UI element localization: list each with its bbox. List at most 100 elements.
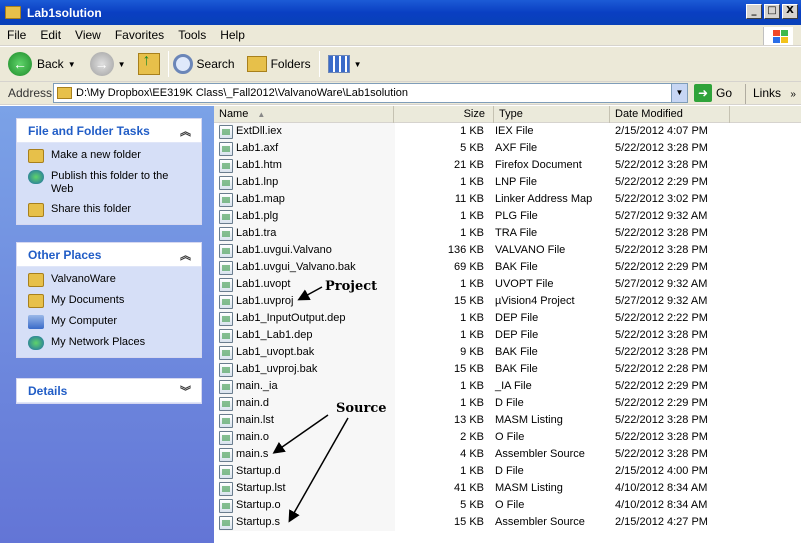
column-date-modified[interactable]: Date Modified — [610, 106, 730, 123]
file-row[interactable]: Lab1.plg 1 KB PLG File 5/27/2012 9:32 AM — [214, 208, 801, 225]
file-row[interactable]: main._ia 1 KB _IA File 5/22/2012 2:29 PM — [214, 378, 801, 395]
file-icon — [219, 294, 233, 309]
collapse-icon[interactable]: ︽ — [180, 123, 191, 139]
file-name-cell[interactable]: Lab1.htm — [219, 157, 395, 174]
file-name-cell[interactable]: Lab1.tra — [219, 225, 395, 242]
file-name: Lab1_Lab1.dep — [236, 329, 313, 341]
file-type: MASM Listing — [495, 414, 563, 426]
file-row[interactable]: main.lst 13 KB MASM Listing 5/22/2012 3:28 … — [214, 412, 801, 429]
file-name-cell[interactable]: main._ia — [219, 378, 395, 395]
publish-web-link[interactable]: Publish this folder to the Web — [28, 170, 193, 196]
go-button[interactable]: ➜ Go — [694, 84, 732, 102]
file-row[interactable]: Lab1_uvopt.bak 9 KB BAK File 5/22/2012 3:28… — [214, 344, 801, 361]
place-my-documents[interactable]: My Documents — [28, 294, 193, 308]
file-type: Firefox Document — [495, 159, 582, 171]
file-row[interactable]: Lab1.uvgui_Valvano.bak 69 KB BAK File 5/22/… — [214, 259, 801, 276]
file-row[interactable]: Startup.s 15 KB Assembler Source 2/15/2012 … — [214, 514, 801, 531]
menu-edit[interactable]: Edit — [33, 28, 68, 42]
file-date: 5/27/2012 9:32 AM — [615, 295, 708, 307]
dropdown-arrow-icon[interactable]: ▼ — [118, 60, 126, 69]
file-type: BAK File — [495, 363, 538, 375]
file-name-cell[interactable]: Lab1_uvopt.bak — [219, 344, 395, 361]
address-dropdown-icon[interactable]: ▼ — [671, 84, 687, 102]
file-name-cell[interactable]: Lab1.uvproj — [219, 293, 395, 310]
file-row[interactable]: Lab1.axf 5 KB AXF File 5/22/2012 3:28 PM — [214, 140, 801, 157]
file-name-cell[interactable]: Startup.lst — [219, 480, 395, 497]
file-name-cell[interactable]: Lab1.map — [219, 191, 395, 208]
file-name: Lab1.tra — [236, 227, 277, 239]
minimize-button[interactable]: _ — [746, 4, 762, 19]
file-name-cell[interactable]: Lab1_uvproj.bak — [219, 361, 395, 378]
globe-icon — [28, 170, 44, 184]
file-name-cell[interactable]: main.o — [219, 429, 395, 446]
file-row[interactable]: Lab1.tra 1 KB TRA File 5/22/2012 3:28 PM — [214, 225, 801, 242]
file-row[interactable]: main.o 2 KB O File 5/22/2012 3:28 PM — [214, 429, 801, 446]
column-header-row: Name ▲ Size Type Date Modified — [214, 106, 801, 123]
file-row[interactable]: Lab1_uvproj.bak 15 KB BAK File 5/22/2012 2:… — [214, 361, 801, 378]
file-size: 1 KB — [460, 278, 484, 290]
file-name-cell[interactable]: Lab1.uvgui_Valvano.bak — [219, 259, 395, 276]
menu-help[interactable]: Help — [213, 28, 252, 42]
file-row[interactable]: Lab1_Lab1.dep 1 KB DEP File 5/22/2012 3:28 … — [214, 327, 801, 344]
file-name-cell[interactable]: Startup.s — [219, 514, 395, 531]
menu-favorites[interactable]: Favorites — [108, 28, 171, 42]
file-row[interactable]: Lab1.uvopt 1 KB UVOPT File 5/27/2012 9:32 A… — [214, 276, 801, 293]
file-size: 13 KB — [454, 414, 484, 426]
file-name-cell[interactable]: ExtDll.iex — [219, 123, 395, 140]
file-row[interactable]: Lab1.uvproj 15 KB µVision4 Project 5/27/201… — [214, 293, 801, 310]
file-row[interactable]: Lab1_InputOutput.dep 1 KB DEP File 5/22/201… — [214, 310, 801, 327]
file-folder-tasks-header[interactable]: File and Folder Tasks ︽ — [17, 119, 201, 143]
column-type[interactable]: Type — [494, 106, 610, 123]
file-name-cell[interactable]: Lab1_Lab1.dep — [219, 327, 395, 344]
file-name: main.d — [236, 397, 270, 409]
up-button[interactable] — [137, 52, 160, 75]
collapse-icon[interactable]: ︽ — [180, 247, 191, 263]
details-header[interactable]: Details ︾ — [17, 379, 201, 403]
file-row[interactable]: Lab1.lnp 1 KB LNP File 5/22/2012 2:29 PM — [214, 174, 801, 191]
file-icon — [219, 311, 233, 326]
place-valvanoware[interactable]: ValvanoWare — [28, 273, 193, 287]
file-row[interactable]: main.d 1 KB D File 5/22/2012 2:29 PM — [214, 395, 801, 412]
search-button[interactable]: Search — [172, 54, 235, 74]
dropdown-arrow-icon[interactable]: ▼ — [68, 60, 76, 69]
file-name-cell[interactable]: Lab1.plg — [219, 208, 395, 225]
file-name-cell[interactable]: Startup.d — [219, 463, 395, 480]
links-button[interactable]: Links » — [745, 84, 796, 104]
other-places-header[interactable]: Other Places ︽ — [17, 243, 201, 267]
file-row[interactable]: Lab1.map 11 KB Linker Address Map 5/22/2012… — [214, 191, 801, 208]
forward-button[interactable]: → ▼ — [84, 52, 130, 76]
folders-button[interactable]: Folders — [246, 56, 311, 72]
menu-file[interactable]: File — [0, 28, 33, 42]
file-row[interactable]: main.s 4 KB Assembler Source 5/22/2012 3:28… — [214, 446, 801, 463]
file-row[interactable]: ExtDll.iex 1 KB IEX File 2/15/2012 4:07 PM — [214, 123, 801, 140]
dropdown-arrow-icon[interactable]: ▼ — [354, 60, 362, 69]
file-row[interactable]: Lab1.uvgui.Valvano 136 KB VALVANO File 5/22… — [214, 242, 801, 259]
file-row[interactable]: Lab1.htm 21 KB Firefox Document 5/22/2012 3… — [214, 157, 801, 174]
menu-tools[interactable]: Tools — [171, 28, 213, 42]
file-name-cell[interactable]: Lab1.lnp — [219, 174, 395, 191]
back-button[interactable]: ← Back ▼ — [0, 52, 80, 76]
expand-icon[interactable]: ︾ — [180, 383, 191, 399]
column-name[interactable]: Name ▲ — [214, 106, 394, 123]
views-button[interactable]: ▼ — [324, 55, 366, 73]
place-my-network[interactable]: My Network Places — [28, 336, 193, 350]
menu-view[interactable]: View — [68, 28, 108, 42]
make-new-folder-link[interactable]: Make a new folder — [28, 149, 193, 163]
column-size[interactable]: Size — [394, 106, 494, 123]
address-input[interactable]: D:\My Dropbox\EE319K Class\_Fall2012\Val… — [53, 83, 688, 103]
file-name-cell[interactable]: Startup.o — [219, 497, 395, 514]
address-path: D:\My Dropbox\EE319K Class\_Fall2012\Val… — [76, 87, 409, 99]
file-name-cell[interactable]: main.s — [219, 446, 395, 463]
place-my-computer[interactable]: My Computer — [28, 315, 193, 329]
file-size: 136 KB — [447, 244, 484, 256]
file-row[interactable]: Startup.lst 41 KB MASM Listing 4/10/2012 8:… — [214, 480, 801, 497]
maximize-button[interactable]: □ — [764, 4, 780, 19]
file-name-cell[interactable]: Lab1.axf — [219, 140, 395, 157]
file-row[interactable]: Startup.o 5 KB O File 4/10/2012 8:34 AM — [214, 497, 801, 514]
file-row[interactable]: Startup.d 1 KB D File 2/15/2012 4:00 PM — [214, 463, 801, 480]
file-name-cell[interactable]: Lab1.uvgui.Valvano — [219, 242, 395, 259]
share-folder-link[interactable]: Share this folder — [28, 203, 193, 217]
file-name-cell[interactable]: Lab1_InputOutput.dep — [219, 310, 395, 327]
close-button[interactable]: X — [782, 4, 798, 19]
forward-arrow-icon: → — [89, 52, 114, 76]
